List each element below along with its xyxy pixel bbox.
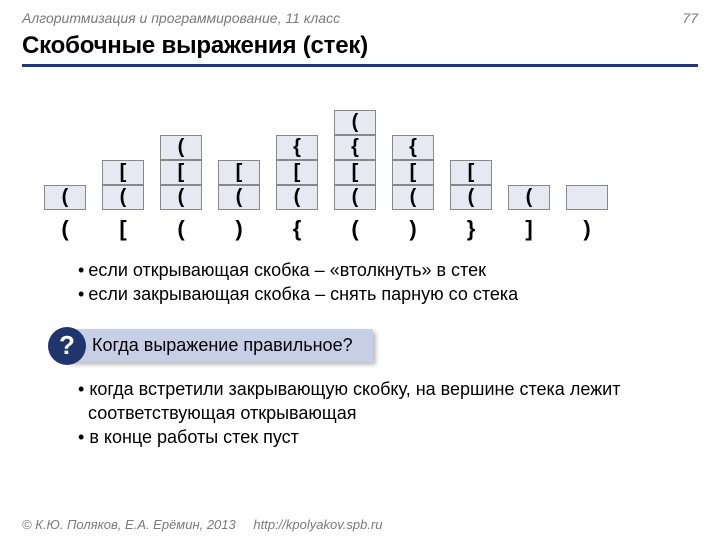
stack-cell <box>566 135 608 160</box>
stack-cell: [ <box>218 160 260 185</box>
stack: ( <box>508 85 550 210</box>
stack-cell: { <box>276 135 318 160</box>
stack-cell: ( <box>160 135 202 160</box>
stack-cell <box>276 85 318 110</box>
stack-cell <box>102 110 144 135</box>
stack-cell: [ <box>102 160 144 185</box>
stack-cell <box>44 135 86 160</box>
stack-column: {[({ <box>276 85 318 242</box>
topic: Алгоритмизация и программирование, 11 кл… <box>22 10 340 26</box>
input-char: ) <box>583 216 590 242</box>
stack-cell: ( <box>392 185 434 210</box>
stack-cell: ( <box>160 185 202 210</box>
stack-cell <box>44 85 86 110</box>
stack-column: (] <box>508 85 550 242</box>
stack: ({[( <box>334 85 376 210</box>
stack-cell: ( <box>334 110 376 135</box>
stack-cell <box>566 185 608 210</box>
stack: {[( <box>392 85 434 210</box>
page-title: Скобочные выражения (стек) <box>22 32 698 60</box>
stack: [( <box>102 85 144 210</box>
question-mark-icon: ? <box>48 327 86 365</box>
stack-cell: [ <box>334 160 376 185</box>
stack-cell <box>218 135 260 160</box>
input-char: ( <box>177 216 184 242</box>
stack-column: [([ <box>102 85 144 242</box>
input-char: ] <box>525 216 532 242</box>
stack-cell <box>334 85 376 110</box>
rule-1: если открывающая скобка – «втолкнуть» в … <box>78 258 698 282</box>
stack-cell <box>508 110 550 135</box>
input-char: ( <box>61 216 68 242</box>
stack-cell <box>44 110 86 135</box>
stack-cell <box>566 85 608 110</box>
stack-cell: ( <box>276 185 318 210</box>
stack-cell: { <box>392 135 434 160</box>
stack-cell: { <box>334 135 376 160</box>
stack-cell: ( <box>44 185 86 210</box>
stack-cell: ( <box>334 185 376 210</box>
input-char: ) <box>235 216 242 242</box>
input-char: { <box>293 216 302 242</box>
stack-cell <box>508 135 550 160</box>
stack-cell <box>450 85 492 110</box>
copyright: © К.Ю. Поляков, Е.А. Ерёмин, 2013 <box>22 517 236 532</box>
stack-column: ) <box>566 85 608 242</box>
stack-cell <box>566 110 608 135</box>
stack-cell <box>160 85 202 110</box>
stack: [( <box>218 85 260 210</box>
stack-cell <box>160 110 202 135</box>
stack: ( <box>44 85 86 210</box>
stack-column: [() <box>218 85 260 242</box>
input-char: ( <box>351 216 358 242</box>
stack-cell: [ <box>276 160 318 185</box>
stack-cell <box>450 110 492 135</box>
stack-column: (( <box>44 85 86 242</box>
stack-cell: [ <box>160 160 202 185</box>
stack-cell <box>566 160 608 185</box>
stack-cell <box>276 110 318 135</box>
stack-cell: ( <box>102 185 144 210</box>
stack-cell: [ <box>450 160 492 185</box>
callout-text: Когда выражение правильное? <box>68 329 373 362</box>
input-char: } <box>467 216 476 242</box>
stack-cell <box>218 110 260 135</box>
footer-url: http://kpolyakov.spb.ru <box>253 517 382 532</box>
stack-cell <box>44 160 86 185</box>
answer-2: в конце работы стек пуст <box>78 425 698 449</box>
stack-column: [(} <box>450 85 492 242</box>
stack-column: {[() <box>392 85 434 242</box>
title-underline <box>22 64 698 67</box>
stack-column: ([(( <box>160 85 202 242</box>
stack-cell <box>102 135 144 160</box>
stack: ([( <box>160 85 202 210</box>
callout: ? Когда выражение правильное? <box>48 327 698 365</box>
stack-cell: ( <box>218 185 260 210</box>
stack-cell <box>392 85 434 110</box>
stack-cell <box>102 85 144 110</box>
input-char: ) <box>409 216 416 242</box>
stack-cell: ( <box>508 185 550 210</box>
stack-diagram: (([([([(([(){[({({[(({[()[(}(]) <box>44 85 698 242</box>
answer-1: когда встретили закрывающую скобку, на в… <box>78 377 698 426</box>
stack-cell: [ <box>392 160 434 185</box>
stack-cell <box>508 160 550 185</box>
stack-cell <box>218 85 260 110</box>
header: Алгоритмизация и программирование, 11 кл… <box>22 10 698 26</box>
stack-cell <box>508 85 550 110</box>
stack <box>566 85 608 210</box>
rules: если открывающая скобка – «втолкнуть» в … <box>78 258 698 307</box>
input-char: [ <box>119 216 126 242</box>
stack: {[( <box>276 85 318 210</box>
rule-2: если закрывающая скобка – снять парную с… <box>78 282 698 306</box>
stack-cell <box>450 135 492 160</box>
stack-cell: ( <box>450 185 492 210</box>
stack-cell <box>392 110 434 135</box>
answers: когда встретили закрывающую скобку, на в… <box>78 377 698 450</box>
stack: [( <box>450 85 492 210</box>
stack-column: ({[(( <box>334 85 376 242</box>
footer: © К.Ю. Поляков, Е.А. Ерёмин, 2013 http:/… <box>22 517 382 532</box>
page-number: 77 <box>682 10 698 26</box>
